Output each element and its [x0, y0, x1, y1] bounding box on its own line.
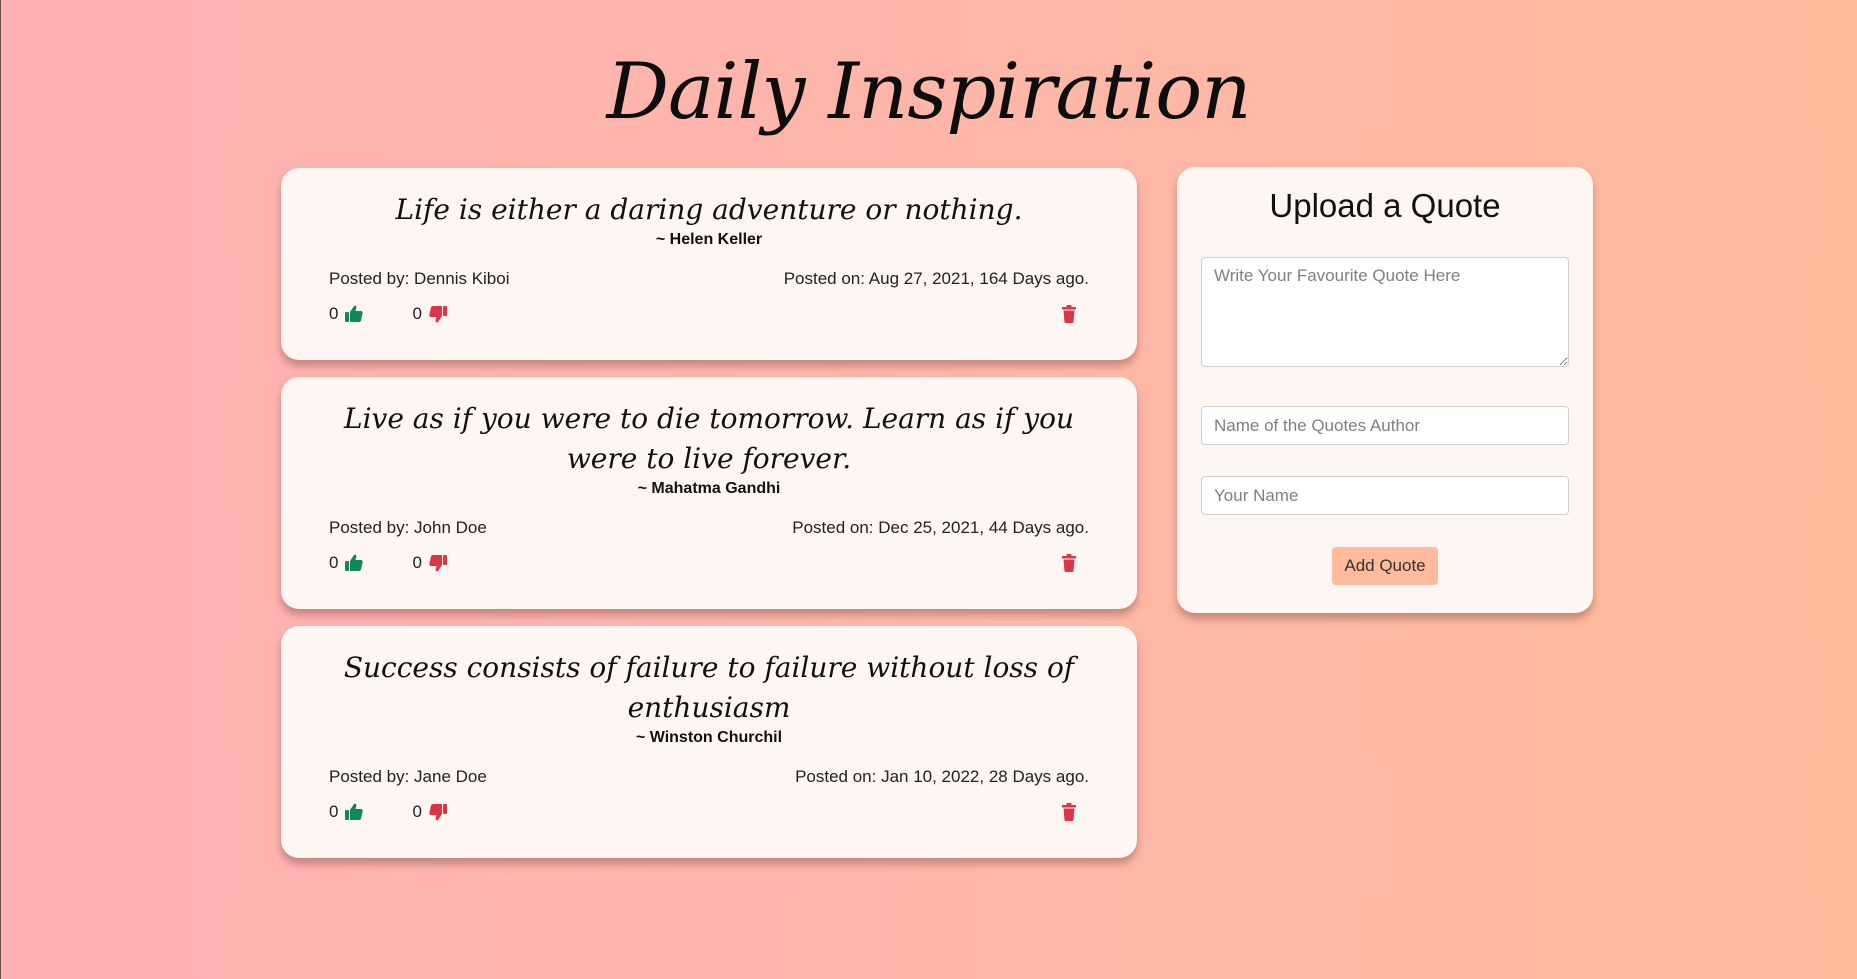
quote-card: Success consists of failure to failure w… — [281, 626, 1137, 858]
upload-title: Upload a Quote — [1269, 187, 1501, 224]
posted-on: Posted on: Jan 10, 2022, 28 Days ago. — [795, 767, 1089, 786]
posted-by: Posted by: Jane Doe — [329, 767, 487, 786]
quote-actions: 0 0 — [329, 302, 1089, 360]
upvote-count: 0 — [329, 802, 339, 821]
quote-meta: Posted by: Dennis Kiboi Posted on: Aug 2… — [329, 268, 1089, 290]
trash-icon[interactable] — [1059, 304, 1079, 324]
quote-text: Live as if you were to die tomorrow. Lea… — [343, 402, 1075, 475]
upvote-control: 0 — [329, 802, 364, 822]
upvote-count: 0 — [329, 304, 339, 323]
upload-quote-panel: Upload a Quote Add Quote — [1177, 167, 1593, 613]
trash-icon[interactable] — [1059, 802, 1079, 822]
quote-textarea[interactable] — [1201, 257, 1569, 367]
downvote-count: 0 — [412, 802, 422, 821]
quote-author: ~ Helen Keller — [655, 231, 763, 248]
thumbs-up-icon[interactable] — [344, 802, 364, 822]
quote-meta: Posted by: John Doe Posted on: Dec 25, 2… — [329, 517, 1089, 539]
upvote-control: 0 — [329, 304, 364, 324]
thumbs-up-icon[interactable] — [344, 553, 364, 573]
upvote-count: 0 — [329, 553, 339, 572]
quote-meta: Posted by: Jane Doe Posted on: Jan 10, 2… — [329, 766, 1089, 788]
quote-card: Life is either a daring adventure or not… — [281, 168, 1137, 360]
quote-actions: 0 0 — [329, 800, 1089, 858]
add-quote-button[interactable]: Add Quote — [1332, 547, 1438, 585]
your-name-input[interactable] — [1201, 476, 1569, 515]
quote-text: Success consists of failure to failure w… — [343, 651, 1075, 724]
quote-author: ~ Winston Churchil — [635, 729, 783, 746]
quote-text: Life is either a daring adventure or not… — [395, 193, 1023, 226]
trash-icon[interactable] — [1059, 553, 1079, 573]
thumbs-down-icon[interactable] — [428, 553, 448, 573]
quote-actions: 0 0 — [329, 551, 1089, 609]
posted-by: Posted by: John Doe — [329, 518, 487, 537]
posted-by: Posted by: Dennis Kiboi — [329, 269, 510, 288]
thumbs-down-icon[interactable] — [428, 304, 448, 324]
downvote-control: 0 — [412, 304, 447, 324]
quote-author: ~ Mahatma Gandhi — [637, 480, 781, 497]
downvote-count: 0 — [412, 304, 422, 323]
downvote-count: 0 — [412, 553, 422, 572]
downvote-control: 0 — [412, 802, 447, 822]
quote-list: Life is either a daring adventure or not… — [281, 168, 1137, 875]
author-input[interactable] — [1201, 406, 1569, 445]
downvote-control: 0 — [412, 553, 447, 573]
upvote-control: 0 — [329, 553, 364, 573]
quote-card: Live as if you were to die tomorrow. Lea… — [281, 377, 1137, 609]
thumbs-down-icon[interactable] — [428, 802, 448, 822]
window-edge — [0, 0, 1, 979]
thumbs-up-icon[interactable] — [344, 304, 364, 324]
posted-on: Posted on: Dec 25, 2021, 44 Days ago. — [792, 518, 1089, 537]
posted-on: Posted on: Aug 27, 2021, 164 Days ago. — [783, 269, 1089, 288]
page-title: Daily Inspiration — [606, 47, 1251, 137]
